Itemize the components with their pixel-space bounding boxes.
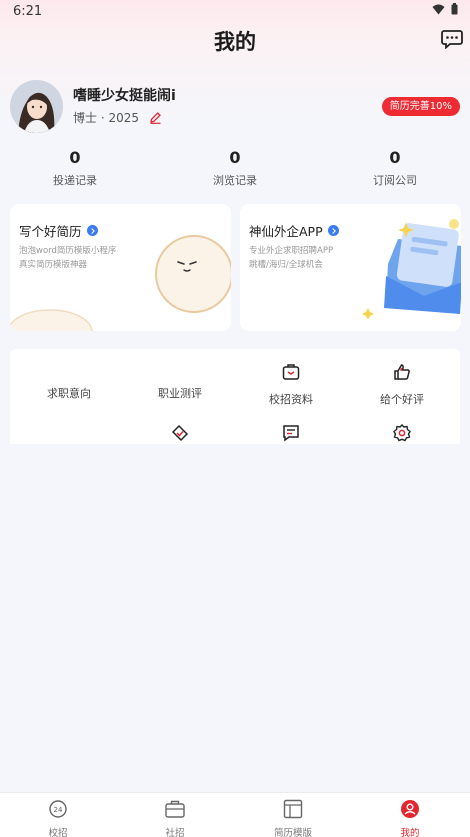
thumbs-up-icon bbox=[394, 364, 410, 380]
resume-completion-badge[interactable]: 简历完善10% bbox=[381, 97, 460, 116]
campus-24-icon: 24 bbox=[49, 800, 67, 818]
avatar-illustration bbox=[10, 80, 63, 133]
tool-give-review[interactable]: 给个好评 bbox=[346, 362, 458, 407]
bubble-illustration bbox=[10, 235, 231, 331]
stat-views[interactable]: 0 浏览记录 bbox=[185, 148, 285, 188]
tool-job-intention[interactable]: 求职意向 bbox=[13, 385, 125, 401]
nav-label: 社招 bbox=[165, 828, 185, 837]
briefcase-icon bbox=[282, 364, 300, 380]
tool-feedback[interactable] bbox=[235, 423, 347, 447]
ticket-check-icon bbox=[171, 424, 189, 442]
page-title: 我的 bbox=[214, 30, 256, 54]
nav-item-templates[interactable]: 简历模版 bbox=[253, 799, 333, 837]
promo-card-resume[interactable]: 写个好简历 泡泡word简历模版小程序 真实简历模版神器 bbox=[10, 204, 231, 331]
settings-icon bbox=[393, 424, 411, 442]
status-bar: 6:21 bbox=[0, 0, 470, 22]
briefcase-icon bbox=[165, 800, 185, 818]
tool-campus-materials[interactable]: 校招资料 bbox=[235, 362, 347, 407]
tool-label: 校招资料 bbox=[269, 393, 313, 406]
svg-text:24: 24 bbox=[54, 806, 63, 814]
nav-label: 简历模版 bbox=[273, 828, 312, 837]
profile-section[interactable]: 嗜睡少女挺能闹i 博士 · 2025 简历完善10% bbox=[10, 80, 462, 136]
tool-career-assessment[interactable]: 职业测评 bbox=[124, 385, 236, 401]
avatar[interactable] bbox=[10, 80, 63, 133]
nav-item-social[interactable]: 社招 bbox=[135, 799, 215, 837]
feedback-message-icon bbox=[283, 425, 299, 442]
stat-subscriptions[interactable]: 0 订阅公司 bbox=[345, 148, 445, 188]
envelope-illustration bbox=[362, 219, 461, 320]
status-icons bbox=[432, 3, 458, 15]
tool-label: 求职意向 bbox=[47, 387, 91, 400]
username: 嗜睡少女挺能闹i bbox=[73, 88, 176, 104]
tool-ticket[interactable] bbox=[124, 423, 236, 447]
nav-item-campus[interactable]: 24 校招 bbox=[18, 799, 98, 837]
tools-grid: 求职意向 职业测评 校招资料 给个好评 bbox=[10, 349, 460, 444]
template-icon bbox=[283, 799, 303, 819]
edit-icon[interactable] bbox=[149, 111, 162, 124]
status-time: 6:21 bbox=[13, 4, 43, 19]
tool-label: 给个好评 bbox=[380, 393, 424, 406]
degree-year: 博士 · 2025 bbox=[73, 111, 139, 125]
stat-label: 投递记录 bbox=[53, 174, 97, 187]
profile-icon bbox=[401, 800, 419, 818]
wifi-icon bbox=[432, 4, 445, 14]
stat-label: 浏览记录 bbox=[213, 174, 257, 187]
nav-item-mine[interactable]: 我的 bbox=[370, 799, 450, 837]
bottom-nav: 24 校招 社招 简历模版 我的 bbox=[0, 792, 470, 837]
stats-row: 0 投递记录 0 浏览记录 0 订阅公司 bbox=[0, 148, 470, 192]
tool-settings[interactable] bbox=[346, 423, 458, 447]
message-icon[interactable] bbox=[441, 29, 463, 49]
tool-label: 职业测评 bbox=[158, 387, 202, 400]
stat-value: 0 bbox=[69, 148, 81, 167]
nav-label: 我的 bbox=[400, 828, 420, 837]
stat-value: 0 bbox=[229, 148, 241, 167]
user-degree-row: 博士 · 2025 bbox=[73, 109, 162, 126]
stat-label: 订阅公司 bbox=[373, 174, 417, 187]
nav-label: 校招 bbox=[48, 828, 68, 837]
promo-card-app[interactable]: 神仙外企APP 专业外企求职招聘APP 跳槽/海归/全球机会 bbox=[240, 204, 461, 331]
battery-icon bbox=[451, 3, 458, 15]
stat-value: 0 bbox=[389, 148, 401, 167]
stat-applications[interactable]: 0 投递记录 bbox=[25, 148, 125, 188]
